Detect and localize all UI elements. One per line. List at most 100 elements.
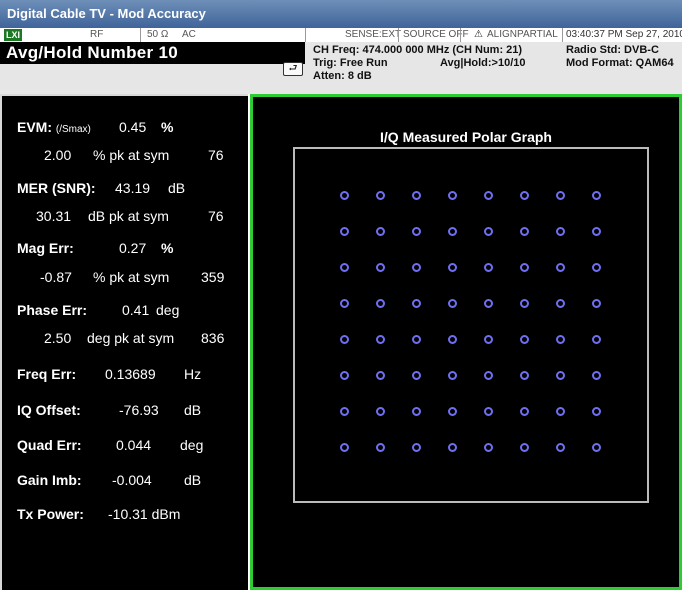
constellation-point xyxy=(556,299,565,308)
lxi-indicator: LXI xyxy=(4,29,22,41)
input-indicator: RF xyxy=(90,29,104,40)
mag-err-pk-text: % pk at sym xyxy=(93,269,170,285)
mer-pk-sym: 76 xyxy=(208,208,224,224)
align-indicator: ALIGNPARTIAL xyxy=(487,29,558,40)
return-icon[interactable]: ⮐ xyxy=(283,62,303,76)
divider xyxy=(305,28,306,42)
constellation-point xyxy=(484,227,493,236)
constellation-point xyxy=(376,443,385,452)
constellation-point xyxy=(556,227,565,236)
divider xyxy=(140,28,141,42)
metrics-panel: EVM: (/Smax) 0.45 % 2.00 % pk at sym 76 … xyxy=(0,94,248,590)
mer-pk-text: dB pk at sym xyxy=(88,208,169,224)
constellation-point xyxy=(592,299,601,308)
constellation-point xyxy=(376,371,385,380)
constellation-point xyxy=(448,371,457,380)
constellation-point xyxy=(340,227,349,236)
constellation-point xyxy=(376,263,385,272)
constellation-point xyxy=(340,263,349,272)
tx-power-value: -10.31 dBm xyxy=(108,506,181,522)
constellation-point xyxy=(340,299,349,308)
constellation-point xyxy=(412,407,421,416)
phase-err-pk-text: deg pk at sym xyxy=(87,330,175,346)
polar-graph-panel[interactable]: I/Q Measured Polar Graph xyxy=(250,94,682,590)
ch-freq: CH Freq: 474.000 000 MHz (CH Num: 21) xyxy=(313,44,523,56)
evm-pk-sym: 76 xyxy=(208,147,224,163)
avg-hold-status: Avg|Hold:>10/10 xyxy=(440,57,526,69)
coupling-indicator: AC xyxy=(182,29,196,40)
constellation-point xyxy=(340,191,349,200)
constellation-point xyxy=(484,335,493,344)
iq-offset-value: -76.93 xyxy=(119,402,159,418)
constellation-point xyxy=(412,299,421,308)
mag-err-pk-value: -0.87 xyxy=(40,269,72,285)
freq-err-label: Freq Err: xyxy=(17,366,77,382)
constellation-point xyxy=(448,263,457,272)
freq-err-unit: Hz xyxy=(184,366,202,382)
constellation-point xyxy=(412,191,421,200)
constellation-point xyxy=(376,191,385,200)
tx-power-label: Tx Power: xyxy=(17,506,84,522)
constellation-point xyxy=(412,371,421,380)
divider xyxy=(460,28,461,42)
constellation-point xyxy=(556,335,565,344)
constellation-point xyxy=(520,299,529,308)
constellation-point xyxy=(484,443,493,452)
constellation-point xyxy=(592,443,601,452)
constellation-point xyxy=(340,335,349,344)
gain-imb-unit: dB xyxy=(184,472,202,488)
mer-pk-value: 30.31 xyxy=(36,208,72,224)
gain-imb-label: Gain Imb: xyxy=(17,472,82,488)
constellation-point xyxy=(592,263,601,272)
iq-offset-label: IQ Offset: xyxy=(17,402,81,418)
graph-title: I/Q Measured Polar Graph xyxy=(380,129,552,145)
quad-err-label: Quad Err: xyxy=(17,437,82,453)
constellation-point xyxy=(448,443,457,452)
constellation-point xyxy=(412,263,421,272)
constellation-point xyxy=(592,335,601,344)
constellation-point xyxy=(412,335,421,344)
attenuation: Atten: 8 dB xyxy=(313,70,372,82)
constellation-point xyxy=(448,407,457,416)
evm-pk-value: 2.00 xyxy=(44,147,72,163)
constellation-point xyxy=(520,191,529,200)
constellation-point xyxy=(520,371,529,380)
constellation-point xyxy=(376,407,385,416)
impedance-indicator: 50 Ω xyxy=(147,29,169,40)
constellation-point xyxy=(448,227,457,236)
constellation-point xyxy=(484,263,493,272)
datetime: 03:40:37 PM Sep 27, 2010 xyxy=(566,29,682,40)
evm-label: EVM: xyxy=(17,119,52,135)
warning-icon: ⚠ xyxy=(474,29,483,40)
trigger-setting: Trig: Free Run xyxy=(313,57,388,69)
evm-pk-text: % pk at sym xyxy=(93,147,170,163)
evm-unit-note: (/Smax) xyxy=(55,124,91,135)
mer-value: 43.19 xyxy=(115,180,151,196)
phase-err-unit: deg xyxy=(156,302,180,318)
constellation-point xyxy=(556,371,565,380)
evm-unit: % xyxy=(161,119,174,135)
constellation-point xyxy=(556,263,565,272)
constellation-point xyxy=(520,263,529,272)
constellation-point xyxy=(520,407,529,416)
divider xyxy=(562,28,563,42)
constellation-point xyxy=(412,443,421,452)
constellation-point xyxy=(520,335,529,344)
gain-imb-value: -0.004 xyxy=(112,472,152,488)
constellation-point xyxy=(484,407,493,416)
phase-err-pk-sym: 836 xyxy=(201,330,225,346)
constellation-point xyxy=(592,371,601,380)
mag-err-label: Mag Err: xyxy=(17,240,74,256)
status-bar: LXI RF 50 Ω AC SENSE:EXT SOURCE OFF ⚠ AL… xyxy=(0,28,682,42)
constellation-point xyxy=(412,227,421,236)
constellation-point xyxy=(340,371,349,380)
mer-label: MER (SNR): xyxy=(17,180,96,196)
constellation-point xyxy=(484,371,493,380)
window-title: Digital Cable TV - Mod Accuracy xyxy=(7,6,206,21)
constellation-point xyxy=(448,299,457,308)
phase-err-value: 0.41 xyxy=(122,302,150,318)
evm-value: 0.45 xyxy=(119,119,147,135)
constellation-point xyxy=(556,443,565,452)
radio-standard: Radio Std: DVB-C xyxy=(566,44,659,56)
constellation-point xyxy=(448,335,457,344)
